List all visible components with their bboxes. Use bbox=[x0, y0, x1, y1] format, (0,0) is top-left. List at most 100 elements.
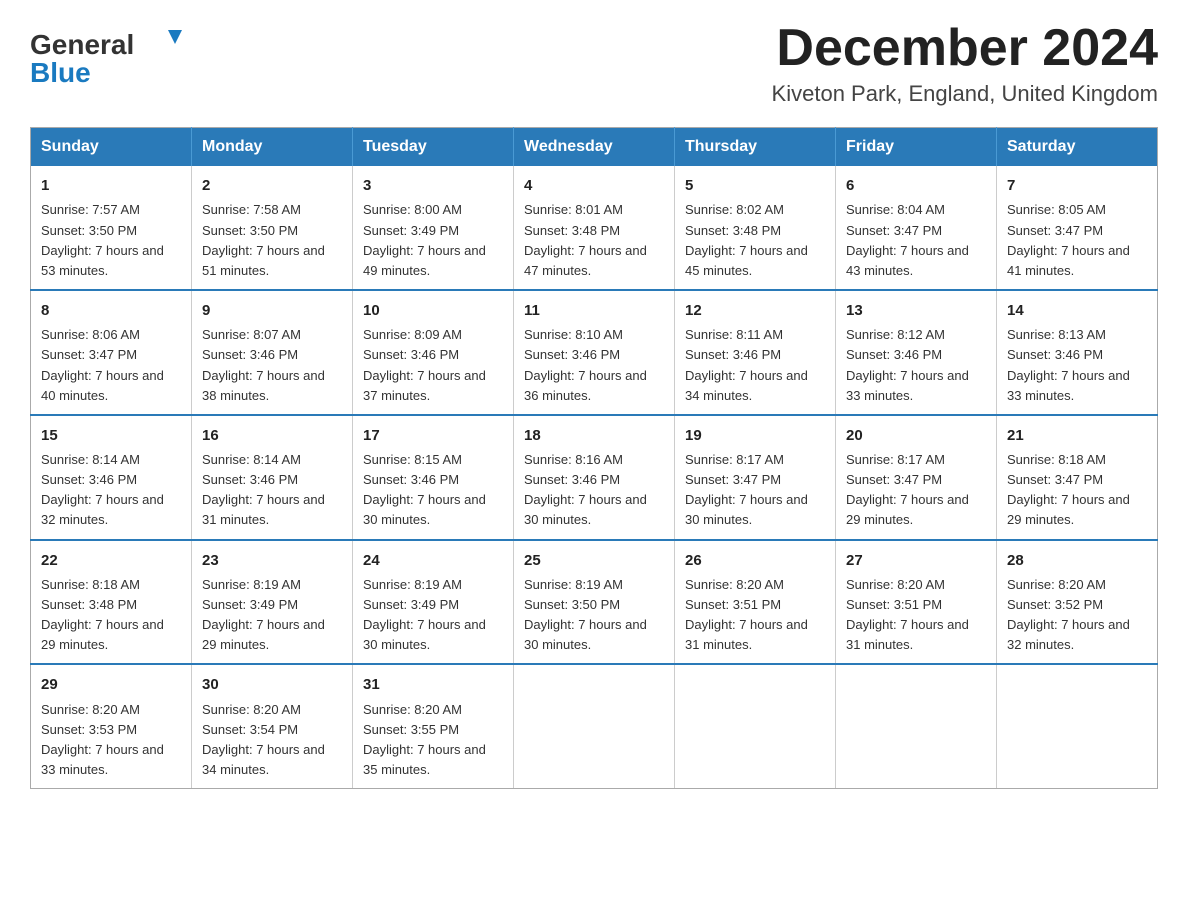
day-cell-11: 11 Sunrise: 8:10 AMSunset: 3:46 PMDayligh… bbox=[514, 290, 675, 415]
week-row-4: 22 Sunrise: 8:18 AMSunset: 3:48 PMDayligh… bbox=[31, 540, 1158, 665]
logo-svg: General Blue bbox=[30, 20, 190, 90]
day-info: Sunrise: 8:17 AMSunset: 3:47 PMDaylight:… bbox=[846, 450, 986, 531]
day-info: Sunrise: 7:57 AMSunset: 3:50 PMDaylight:… bbox=[41, 200, 181, 281]
day-cell-5: 5 Sunrise: 8:02 AMSunset: 3:48 PMDaylight… bbox=[675, 166, 836, 290]
day-cell-6: 6 Sunrise: 8:04 AMSunset: 3:47 PMDaylight… bbox=[836, 166, 997, 290]
day-cell-10: 10Sunrise: 8:09 AMSunset: 3:46 PMDayligh… bbox=[353, 290, 514, 415]
day-cell-17: 17 Sunrise: 8:15 AMSunset: 3:46 PMDayligh… bbox=[353, 415, 514, 540]
day-cell-30: 30 Sunrise: 8:20 AMSunset: 3:54 PMDayligh… bbox=[192, 664, 353, 788]
day-info: Sunrise: 8:12 AMSunset: 3:46 PMDaylight:… bbox=[846, 325, 986, 406]
day-info: Sunrise: 8:01 AMSunset: 3:48 PMDaylight:… bbox=[524, 200, 664, 281]
svg-text:General: General bbox=[30, 29, 134, 60]
week-row-1: 1 Sunrise: 7:57 AMSunset: 3:50 PMDaylight… bbox=[31, 166, 1158, 290]
day-number: 20 bbox=[846, 424, 986, 447]
day-cell-18: 18Sunrise: 8:16 AMSunset: 3:46 PMDayligh… bbox=[514, 415, 675, 540]
day-number: 3 bbox=[363, 174, 503, 197]
day-cell-21: 21 Sunrise: 8:18 AMSunset: 3:47 PMDayligh… bbox=[997, 415, 1158, 540]
day-info: Sunrise: 8:20 AMSunset: 3:55 PMDaylight:… bbox=[363, 700, 503, 781]
day-cell-22: 22 Sunrise: 8:18 AMSunset: 3:48 PMDayligh… bbox=[31, 540, 192, 665]
week-row-3: 15 Sunrise: 8:14 AMSunset: 3:46 PMDayligh… bbox=[31, 415, 1158, 540]
weekday-header-monday: Monday bbox=[192, 128, 353, 167]
day-info: Sunrise: 8:20 AMSunset: 3:51 PMDaylight:… bbox=[685, 575, 825, 656]
day-number: 22 bbox=[41, 549, 181, 572]
day-info: Sunrise: 8:18 AMSunset: 3:47 PMDaylight:… bbox=[1007, 450, 1147, 531]
day-cell-24: 24 Sunrise: 8:19 AMSunset: 3:49 PMDayligh… bbox=[353, 540, 514, 665]
day-number: 25 bbox=[524, 549, 664, 572]
day-info: Sunrise: 8:19 AMSunset: 3:50 PMDaylight:… bbox=[524, 575, 664, 656]
day-info: Sunrise: 8:13 AMSunset: 3:46 PMDaylight:… bbox=[1007, 325, 1147, 406]
day-number: 23 bbox=[202, 549, 342, 572]
day-number: 8 bbox=[41, 299, 181, 322]
weekday-header-friday: Friday bbox=[836, 128, 997, 167]
day-number: 13 bbox=[846, 299, 986, 322]
day-info: Sunrise: 8:20 AMSunset: 3:54 PMDaylight:… bbox=[202, 700, 342, 781]
day-cell-29: 29Sunrise: 8:20 AMSunset: 3:53 PMDayligh… bbox=[31, 664, 192, 788]
day-info: Sunrise: 8:19 AMSunset: 3:49 PMDaylight:… bbox=[202, 575, 342, 656]
day-info: Sunrise: 8:20 AMSunset: 3:53 PMDaylight:… bbox=[41, 700, 181, 781]
day-number: 28 bbox=[1007, 549, 1147, 572]
weekday-header-tuesday: Tuesday bbox=[353, 128, 514, 167]
day-number: 11 bbox=[524, 299, 664, 322]
weekday-header-wednesday: Wednesday bbox=[514, 128, 675, 167]
day-number: 26 bbox=[685, 549, 825, 572]
day-number: 16 bbox=[202, 424, 342, 447]
empty-cell bbox=[514, 664, 675, 788]
day-info: Sunrise: 8:10 AMSunset: 3:46 PMDaylight:… bbox=[524, 325, 664, 406]
day-info: Sunrise: 8:14 AMSunset: 3:46 PMDaylight:… bbox=[41, 450, 181, 531]
day-cell-7: 7Sunrise: 8:05 AMSunset: 3:47 PMDaylight… bbox=[997, 166, 1158, 290]
empty-cell bbox=[997, 664, 1158, 788]
day-info: Sunrise: 8:04 AMSunset: 3:47 PMDaylight:… bbox=[846, 200, 986, 281]
day-info: Sunrise: 8:06 AMSunset: 3:47 PMDaylight:… bbox=[41, 325, 181, 406]
day-number: 17 bbox=[363, 424, 503, 447]
day-number: 15 bbox=[41, 424, 181, 447]
day-info: Sunrise: 8:20 AMSunset: 3:52 PMDaylight:… bbox=[1007, 575, 1147, 656]
day-cell-2: 2 Sunrise: 7:58 AMSunset: 3:50 PMDaylight… bbox=[192, 166, 353, 290]
day-cell-26: 26 Sunrise: 8:20 AMSunset: 3:51 PMDayligh… bbox=[675, 540, 836, 665]
day-number: 24 bbox=[363, 549, 503, 572]
week-row-5: 29Sunrise: 8:20 AMSunset: 3:53 PMDayligh… bbox=[31, 664, 1158, 788]
day-info: Sunrise: 8:14 AMSunset: 3:46 PMDaylight:… bbox=[202, 450, 342, 531]
day-cell-23: 23 Sunrise: 8:19 AMSunset: 3:49 PMDayligh… bbox=[192, 540, 353, 665]
day-cell-12: 12Sunrise: 8:11 AMSunset: 3:46 PMDayligh… bbox=[675, 290, 836, 415]
calendar-table: SundayMondayTuesdayWednesdayThursdayFrid… bbox=[30, 127, 1158, 789]
day-cell-16: 16 Sunrise: 8:14 AMSunset: 3:46 PMDayligh… bbox=[192, 415, 353, 540]
weekday-header-thursday: Thursday bbox=[675, 128, 836, 167]
day-info: Sunrise: 8:09 AMSunset: 3:46 PMDaylight:… bbox=[363, 325, 503, 406]
day-number: 1 bbox=[41, 174, 181, 197]
day-number: 31 bbox=[363, 673, 503, 696]
day-cell-9: 9Sunrise: 8:07 AMSunset: 3:46 PMDaylight… bbox=[192, 290, 353, 415]
day-cell-15: 15 Sunrise: 8:14 AMSunset: 3:46 PMDayligh… bbox=[31, 415, 192, 540]
day-number: 6 bbox=[846, 174, 986, 197]
day-number: 14 bbox=[1007, 299, 1147, 322]
weekday-header-row: SundayMondayTuesdayWednesdayThursdayFrid… bbox=[31, 128, 1158, 167]
day-number: 21 bbox=[1007, 424, 1147, 447]
day-number: 5 bbox=[685, 174, 825, 197]
day-info: Sunrise: 8:15 AMSunset: 3:46 PMDaylight:… bbox=[363, 450, 503, 531]
day-info: Sunrise: 8:02 AMSunset: 3:48 PMDaylight:… bbox=[685, 200, 825, 281]
day-number: 2 bbox=[202, 174, 342, 197]
day-cell-14: 14 Sunrise: 8:13 AMSunset: 3:46 PMDayligh… bbox=[997, 290, 1158, 415]
day-cell-4: 4 Sunrise: 8:01 AMSunset: 3:48 PMDaylight… bbox=[514, 166, 675, 290]
day-number: 4 bbox=[524, 174, 664, 197]
day-cell-13: 13 Sunrise: 8:12 AMSunset: 3:46 PMDayligh… bbox=[836, 290, 997, 415]
day-cell-27: 27 Sunrise: 8:20 AMSunset: 3:51 PMDayligh… bbox=[836, 540, 997, 665]
day-cell-3: 3 Sunrise: 8:00 AMSunset: 3:49 PMDaylight… bbox=[353, 166, 514, 290]
day-info: Sunrise: 8:11 AMSunset: 3:46 PMDaylight:… bbox=[685, 325, 825, 406]
month-title: December 2024 bbox=[772, 20, 1158, 77]
day-cell-1: 1 Sunrise: 7:57 AMSunset: 3:50 PMDaylight… bbox=[31, 166, 192, 290]
day-info: Sunrise: 8:20 AMSunset: 3:51 PMDaylight:… bbox=[846, 575, 986, 656]
weekday-header-saturday: Saturday bbox=[997, 128, 1158, 167]
day-info: Sunrise: 8:07 AMSunset: 3:46 PMDaylight:… bbox=[202, 325, 342, 406]
day-info: Sunrise: 8:00 AMSunset: 3:49 PMDaylight:… bbox=[363, 200, 503, 281]
day-info: Sunrise: 7:58 AMSunset: 3:50 PMDaylight:… bbox=[202, 200, 342, 281]
weekday-header-sunday: Sunday bbox=[31, 128, 192, 167]
day-cell-8: 8 Sunrise: 8:06 AMSunset: 3:47 PMDaylight… bbox=[31, 290, 192, 415]
svg-text:Blue: Blue bbox=[30, 57, 91, 88]
day-number: 30 bbox=[202, 673, 342, 696]
day-info: Sunrise: 8:18 AMSunset: 3:48 PMDaylight:… bbox=[41, 575, 181, 656]
day-cell-25: 25 Sunrise: 8:19 AMSunset: 3:50 PMDayligh… bbox=[514, 540, 675, 665]
day-number: 27 bbox=[846, 549, 986, 572]
page-header: General Blue December 2024 Kiveton Park,… bbox=[30, 20, 1158, 107]
day-info: Sunrise: 8:19 AMSunset: 3:49 PMDaylight:… bbox=[363, 575, 503, 656]
day-info: Sunrise: 8:17 AMSunset: 3:47 PMDaylight:… bbox=[685, 450, 825, 531]
